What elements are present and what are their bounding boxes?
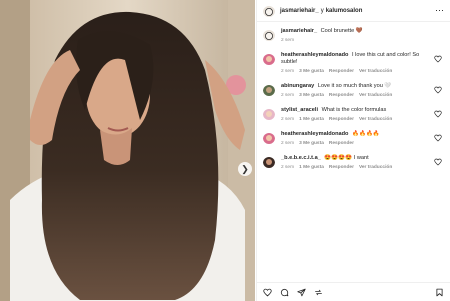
reply-button[interactable]: Responder [329,141,354,146]
like-heart-icon[interactable] [434,86,442,94]
author-avatar[interactable] [263,5,275,17]
comment-text: Love it so much thank you 🤍 [317,83,392,89]
comment-likes[interactable]: 1 Me gusta [299,117,324,122]
post-side-panel: jasmariehair_ y kalumosalon ⋯ jasmarieha… [256,0,450,301]
comment-text: 😍😍😍😍 I want [324,155,369,161]
like-heart-icon[interactable] [434,55,442,63]
comment-time: 2 sem [281,38,295,43]
comment-text: What is the color formulas [321,107,387,113]
reply-button[interactable]: Responder [329,165,354,170]
post-photo: ❯ [0,0,255,301]
comment-time: 2 sem [281,141,295,146]
comment-item: abinungaray Love it so much thank you 🤍 … [263,83,444,98]
comment-caption: jasmariehair_ Cool brunette 🤎 2 sem [263,28,444,43]
commenter-username[interactable]: heatherashleymaldonado [281,52,348,58]
save-bookmark-icon[interactable] [435,288,444,297]
reply-button[interactable]: Responder [329,93,354,98]
commenter-username[interactable]: abinungaray [281,83,314,89]
comment-likes[interactable]: 1 Me gusta [299,165,324,170]
share-icon[interactable] [297,288,306,297]
comment-list: jasmariehair_ Cool brunette 🤎 2 sem heat… [257,22,450,170]
commenter-username[interactable]: heatherashleymaldonado [281,131,348,137]
translate-button[interactable]: Ver traducción [359,165,392,170]
reply-button[interactable]: Responder [329,69,354,74]
comment-likes[interactable]: 3 Me gusta [299,69,324,74]
comment-text: 🔥🔥🔥🔥 [352,131,380,137]
comment-icon[interactable] [280,288,289,297]
comment-text: Cool brunette 🤎 [320,28,363,34]
translate-button[interactable]: Ver traducción [359,69,392,74]
commenter-avatar[interactable] [263,29,275,41]
post-header: jasmariehair_ y kalumosalon ⋯ [257,0,450,22]
comment-time: 2 sem [281,69,295,74]
commenter-username[interactable]: jasmariehair_ [281,28,317,34]
comment-likes[interactable]: 3 Me gusta [299,141,324,146]
like-heart-icon[interactable] [434,110,442,118]
commenter-avatar[interactable] [263,108,275,120]
comment-time: 2 sem [281,117,295,122]
commenter-username[interactable]: stylist_araceli [281,107,318,113]
comment-time: 2 sem [281,165,295,170]
comment-item: heatherashleymaldonado 🔥🔥🔥🔥 2 sem 3 Me g… [263,131,444,146]
post-actions-bar [257,282,450,301]
comment-item: _b.e.b.e.c.i.t.a_ 😍😍😍😍 I want 2 sem 1 Me… [263,155,444,170]
commenter-avatar[interactable] [263,156,275,168]
more-options-icon[interactable]: ⋯ [435,6,444,15]
commenter-avatar[interactable] [263,53,275,65]
translate-button[interactable]: Ver traducción [359,117,392,122]
comment-likes[interactable]: 3 Me gusta [299,93,324,98]
comment-item: heatherashleymaldonado I love this cut a… [263,52,444,74]
collab-joiner: y [320,7,324,14]
next-photo-arrow[interactable]: ❯ [238,162,252,176]
comment-time: 2 sem [281,93,295,98]
repost-icon[interactable] [314,288,323,297]
comment-item: stylist_araceli What is the color formul… [263,107,444,122]
translate-button[interactable]: Ver traducción [359,93,392,98]
portrait-image [0,0,255,301]
like-heart-icon[interactable] [434,134,442,142]
collaborator-username[interactable]: kalumosalon [326,8,363,14]
like-icon[interactable] [263,288,272,297]
reply-button[interactable]: Responder [329,117,354,122]
commenter-avatar[interactable] [263,84,275,96]
commenter-username[interactable]: _b.e.b.e.c.i.t.a_ [281,155,321,161]
like-heart-icon[interactable] [434,158,442,166]
author-username[interactable]: jasmariehair_ [280,8,319,14]
commenter-avatar[interactable] [263,132,275,144]
